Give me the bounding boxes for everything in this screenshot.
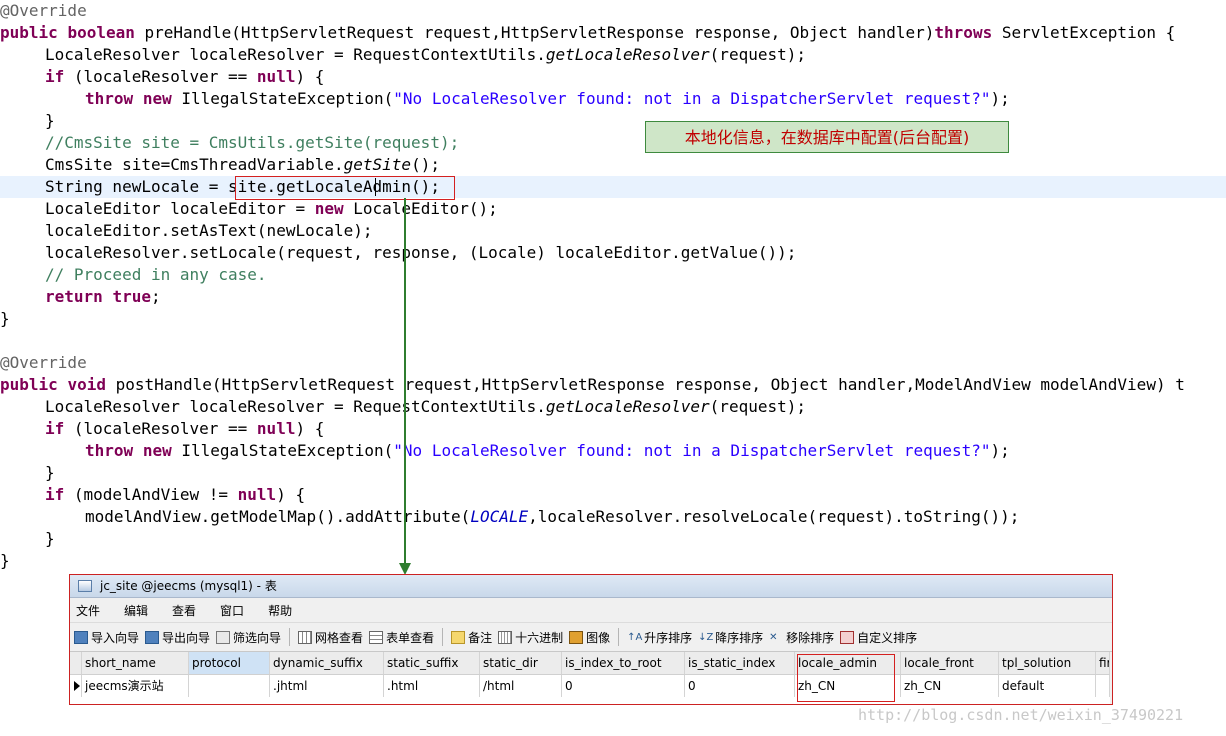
code-line-13: // Proceed in any case. bbox=[45, 265, 267, 284]
code-line-3: LocaleResolver localeResolver = RequestC… bbox=[45, 45, 806, 64]
form-icon bbox=[369, 630, 384, 644]
header-rowmark bbox=[70, 652, 82, 674]
toolbar: 导入向导 导出向导 筛选向导 网格查看 表单查看 备注 十六进制 图像 ↑A 升序… bbox=[70, 622, 1112, 652]
remove-sort-button[interactable]: ✕ 移除排序 bbox=[769, 626, 834, 648]
grid-icon bbox=[298, 630, 313, 644]
code-line-21: throw new IllegalStateException("No Loca… bbox=[85, 441, 1010, 460]
image-button[interactable]: 图像 bbox=[569, 626, 610, 648]
table-window: jc_site @jeecms (mysql1) - 表 文件 编辑 查看 窗口… bbox=[69, 574, 1113, 705]
toolbar-separator bbox=[618, 628, 620, 646]
grid-header: short_name protocol dynamic_suffix stati… bbox=[70, 652, 1110, 675]
highlight-box-locale-admin bbox=[797, 654, 895, 702]
grid-view-button[interactable]: 网格查看 bbox=[298, 626, 363, 648]
annotation-arrow-line bbox=[404, 198, 406, 570]
custom-sort-icon bbox=[840, 630, 855, 644]
table-cell[interactable]: .html bbox=[384, 675, 480, 697]
menu-edit[interactable]: 编辑 bbox=[124, 602, 148, 619]
code-line-18: public void postHandle(HttpServletReques… bbox=[0, 375, 1185, 394]
code-line-26: } bbox=[0, 551, 10, 570]
form-view-button[interactable]: 表单查看 bbox=[369, 626, 434, 648]
code-line-15: } bbox=[0, 309, 10, 328]
code-line-6: } bbox=[45, 111, 55, 130]
column-header[interactable]: static_dir bbox=[480, 652, 562, 674]
code-line-2: public boolean preHandle(HttpServletRequ… bbox=[0, 23, 1176, 42]
window-titlebar[interactable]: jc_site @jeecms (mysql1) - 表 bbox=[70, 575, 1112, 598]
code-line-17: @Override bbox=[0, 353, 87, 372]
code-line-9-current: String newLocale = site.getLocaleAdmin()… bbox=[0, 176, 1226, 198]
menu-window[interactable]: 窗口 bbox=[220, 602, 244, 619]
table-cell[interactable]: /html bbox=[480, 675, 562, 697]
column-header[interactable]: is_static_index bbox=[685, 652, 795, 674]
code-line-10: LocaleEditor localeEditor = new LocaleEd… bbox=[45, 199, 498, 218]
row-indicator bbox=[70, 675, 82, 697]
column-header[interactable]: fir bbox=[1096, 652, 1110, 674]
code-line-22: } bbox=[45, 463, 55, 482]
table-cell[interactable]: 0 bbox=[562, 675, 685, 697]
code-line-1: @Override bbox=[0, 1, 87, 20]
sort-desc-button[interactable]: ↓Z 降序排序 bbox=[698, 626, 763, 648]
filter-wizard-button[interactable]: 筛选向导 bbox=[216, 626, 281, 648]
table-cell[interactable] bbox=[189, 675, 270, 697]
code-line-11: localeEditor.setAsText(newLocale); bbox=[45, 221, 373, 240]
code-line-20: if (localeResolver == null) { bbox=[45, 419, 325, 438]
column-header[interactable]: short_name bbox=[82, 652, 189, 674]
table-row[interactable]: jeecms演示站 .jhtml .html /html 0 0 zh_CN z… bbox=[70, 675, 1110, 697]
toolbar-separator bbox=[289, 628, 291, 646]
data-grid[interactable]: short_name protocol dynamic_suffix stati… bbox=[70, 652, 1110, 704]
menu-file[interactable]: 文件 bbox=[76, 602, 100, 619]
code-line-12: localeResolver.setLocale(request, respon… bbox=[45, 243, 797, 262]
import-icon bbox=[74, 630, 88, 644]
sort-asc-icon: ↑A bbox=[627, 631, 643, 643]
watermark: http://blog.csdn.net/weixin_37490221 bbox=[858, 706, 1184, 724]
column-header[interactable]: dynamic_suffix bbox=[270, 652, 384, 674]
table-cell[interactable] bbox=[1096, 675, 1110, 697]
code-line-8: CmsSite site=CmsThreadVariable.getSite()… bbox=[45, 155, 440, 174]
column-header[interactable]: locale_front bbox=[901, 652, 999, 674]
sort-asc-button[interactable]: ↑A 升序排序 bbox=[627, 626, 692, 648]
code-line-24: modelAndView.getModelMap().addAttribute(… bbox=[85, 507, 1020, 526]
menu-help[interactable]: 帮助 bbox=[268, 602, 292, 619]
row-pointer-icon bbox=[74, 681, 80, 691]
export-wizard-button[interactable]: 导出向导 bbox=[145, 626, 210, 648]
column-header[interactable]: tpl_solution bbox=[999, 652, 1096, 674]
image-icon bbox=[569, 630, 584, 644]
code-line-19: LocaleResolver localeResolver = RequestC… bbox=[45, 397, 806, 416]
filter-icon bbox=[216, 630, 231, 644]
sort-desc-icon: ↓Z bbox=[698, 631, 714, 643]
toolbar-separator bbox=[442, 628, 444, 646]
hex-button[interactable]: 十六进制 bbox=[498, 626, 563, 648]
memo-icon bbox=[451, 630, 466, 644]
import-wizard-button[interactable]: 导入向导 bbox=[74, 626, 139, 648]
table-cell[interactable]: .jhtml bbox=[270, 675, 384, 697]
code-line-4: if (localeResolver == null) { bbox=[45, 67, 325, 86]
code-line-7: //CmsSite site = CmsUtils.getSite(reques… bbox=[45, 133, 460, 152]
table-cell[interactable]: zh_CN bbox=[901, 675, 999, 697]
memo-button[interactable]: 备注 bbox=[451, 626, 492, 648]
window-title: jc_site @jeecms (mysql1) - 表 bbox=[100, 579, 277, 593]
highlight-box-getlocaleadmin bbox=[235, 176, 455, 200]
code-line-14: return true; bbox=[45, 287, 161, 306]
column-header[interactable]: is_index_to_root bbox=[562, 652, 685, 674]
column-header[interactable]: static_suffix bbox=[384, 652, 480, 674]
table-cell[interactable]: 0 bbox=[685, 675, 795, 697]
menu-bar: 文件 编辑 查看 窗口 帮助 bbox=[70, 598, 1112, 622]
table-cell[interactable]: default bbox=[999, 675, 1096, 697]
remove-sort-icon: ✕ bbox=[769, 631, 778, 643]
annotation-callout: 本地化信息，在数据库中配置(后台配置) bbox=[645, 121, 1009, 153]
code-line-5: throw new IllegalStateException("No Loca… bbox=[85, 89, 1010, 108]
column-header[interactable]: protocol bbox=[189, 652, 270, 674]
code-line-25: } bbox=[45, 529, 55, 548]
custom-sort-button[interactable]: 自定义排序 bbox=[840, 626, 917, 648]
table-icon bbox=[78, 580, 92, 592]
export-icon bbox=[145, 630, 160, 644]
code-line-23: if (modelAndView != null) { bbox=[45, 485, 306, 504]
menu-view[interactable]: 查看 bbox=[172, 602, 196, 619]
hex-icon bbox=[498, 630, 513, 644]
table-cell[interactable]: jeecms演示站 bbox=[82, 675, 189, 697]
